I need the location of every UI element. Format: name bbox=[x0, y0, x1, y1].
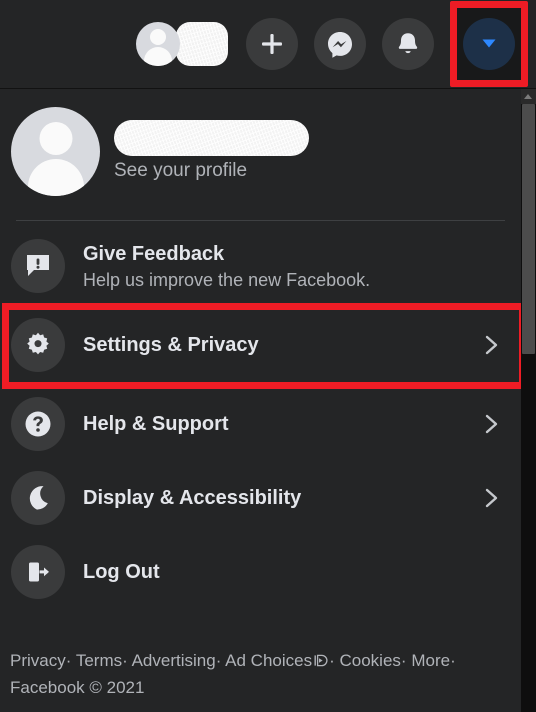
menu-item-give-feedback[interactable]: Give Feedback Help us improve the new Fa… bbox=[0, 229, 521, 303]
menu-item-title: Log Out bbox=[83, 561, 160, 583]
vertical-scrollbar-thumb[interactable] bbox=[522, 104, 535, 354]
menu-item-title: Help & Support bbox=[83, 413, 229, 435]
footer-link-privacy[interactable]: Privacy bbox=[10, 651, 66, 670]
chevron-right-icon bbox=[479, 483, 505, 513]
chevron-right-icon bbox=[479, 330, 505, 360]
menu-item-help-support[interactable]: Help & Support bbox=[0, 387, 521, 461]
plus-icon bbox=[259, 31, 285, 57]
menu-item-title: Give Feedback bbox=[83, 242, 225, 265]
footer-separator: · bbox=[65, 651, 72, 670]
panel-footer: Privacy· Terms· Advertising· Ad Choices ·… bbox=[0, 640, 521, 712]
footer-separator: · bbox=[215, 651, 222, 670]
adchoices-icon bbox=[313, 650, 328, 675]
redacted-username bbox=[176, 22, 228, 66]
profile-chip-button[interactable] bbox=[136, 22, 230, 66]
footer-link-terms[interactable]: Terms bbox=[76, 651, 122, 670]
menu-item-title: Display & Accessibility bbox=[83, 487, 302, 509]
create-button[interactable] bbox=[246, 18, 298, 70]
user-avatar-icon bbox=[11, 107, 100, 196]
user-avatar-icon bbox=[136, 22, 180, 66]
notifications-button[interactable] bbox=[382, 18, 434, 70]
footer-separator: · bbox=[400, 651, 407, 670]
menu-item-display-accessibility[interactable]: Display & Accessibility bbox=[0, 461, 521, 535]
footer-separator: · bbox=[122, 651, 128, 670]
messenger-icon bbox=[326, 30, 354, 58]
question-mark-icon bbox=[11, 397, 65, 451]
chevron-down-triangle-icon bbox=[478, 32, 500, 57]
feedback-bubble-icon bbox=[11, 239, 65, 293]
settings-privacy-container: Settings & Privacy bbox=[0, 303, 526, 389]
messenger-button[interactable] bbox=[314, 18, 366, 70]
menu-item-subtitle: Help us improve the new Facebook. bbox=[83, 269, 371, 290]
facebook-dropdown-screen: See your profile Give Feedback Help us i… bbox=[0, 0, 536, 712]
footer-link-cookies[interactable]: Cookies bbox=[340, 651, 401, 670]
top-navigation-bar bbox=[0, 0, 536, 89]
footer-link-advertising[interactable]: Advertising bbox=[132, 651, 216, 670]
redacted-profile-name bbox=[114, 120, 309, 156]
account-dropdown-container bbox=[450, 1, 528, 87]
see-profile-label: See your profile bbox=[114, 160, 248, 181]
gear-icon bbox=[11, 318, 65, 372]
menu-item-title: Settings & Privacy bbox=[83, 334, 259, 356]
moon-icon bbox=[11, 471, 65, 525]
footer-copyright: Facebook © 2021 bbox=[10, 678, 145, 697]
footer-link-ad-choices[interactable]: Ad Choices bbox=[225, 651, 312, 670]
footer-separator: · bbox=[450, 651, 456, 670]
account-dropdown-panel: See your profile Give Feedback Help us i… bbox=[0, 89, 526, 712]
panel-divider bbox=[16, 220, 505, 221]
menu-item-settings-privacy[interactable]: Settings & Privacy bbox=[0, 308, 521, 382]
chevron-right-icon bbox=[479, 409, 505, 439]
menu-item-log-out[interactable]: Log Out bbox=[0, 535, 521, 609]
bell-icon bbox=[394, 30, 422, 58]
logout-door-icon bbox=[11, 545, 65, 599]
footer-link-more[interactable]: More bbox=[411, 651, 450, 670]
footer-separator: · bbox=[329, 651, 335, 670]
see-your-profile-row[interactable]: See your profile bbox=[0, 89, 521, 210]
account-dropdown-button[interactable] bbox=[463, 18, 515, 70]
scroll-up-arrow-icon[interactable] bbox=[521, 89, 536, 104]
